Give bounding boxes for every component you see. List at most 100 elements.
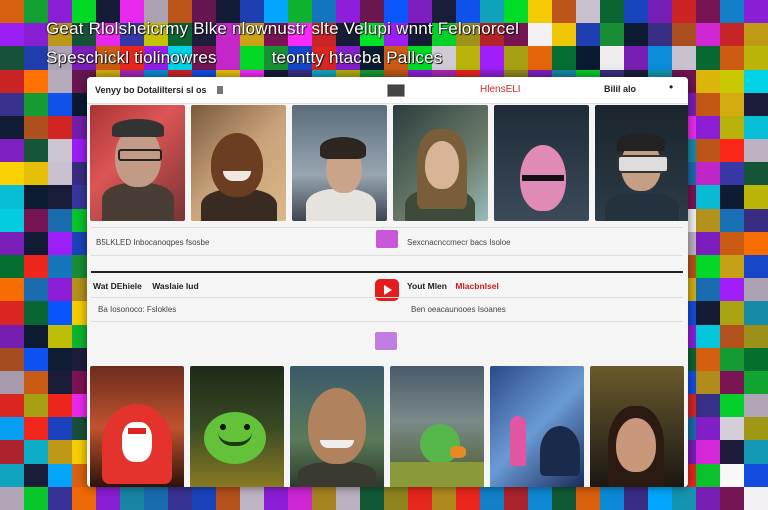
- mosaic-tile: [48, 115, 72, 140]
- mosaic-tile: [24, 69, 48, 93]
- mosaic-tile: [720, 115, 744, 140]
- mosaic-tile: [0, 301, 24, 325]
- mosaic-tile: [24, 231, 48, 255]
- mosaic-tile: [720, 139, 744, 163]
- mosaic-tile: [0, 92, 24, 116]
- mosaic-tile: [24, 440, 48, 464]
- mosaic-tile: [0, 185, 24, 209]
- mosaic-tile: [744, 23, 768, 47]
- toolbar-title-text: Venyy bo Dotaliltersi sl os: [95, 85, 207, 95]
- mosaic-tile: [600, 486, 624, 510]
- mosaic-tile: [48, 185, 72, 209]
- mosaic-tile: [0, 69, 24, 93]
- mosaic-tile: [744, 115, 768, 140]
- mosaic-tile: [48, 278, 72, 302]
- mosaic-tile: [696, 347, 720, 371]
- overlay-caption-line2b: teontty htacba Pallces: [271, 48, 443, 67]
- divider: [91, 227, 683, 228]
- mosaic-tile: [720, 347, 744, 371]
- mosaic-tile: [0, 46, 24, 70]
- mosaic-tile: [0, 115, 24, 140]
- toolbar-right-label[interactable]: Bilil alo: [604, 84, 636, 94]
- mosaic-tile: [48, 231, 72, 255]
- mosaic-tile: [48, 301, 72, 325]
- mosaic-tile: [720, 69, 744, 93]
- mosaic-tile: [408, 486, 432, 510]
- mosaic-tile: [696, 92, 720, 116]
- mosaic-tile: [48, 417, 72, 441]
- mosaic-tile: [48, 139, 72, 163]
- mosaic-tile: [96, 486, 120, 510]
- browser-window: Venyy bo Dotaliltersi sl os HlensELI Bil…: [87, 77, 688, 487]
- mosaic-tile: [48, 254, 72, 279]
- mosaic-tile: [48, 370, 72, 395]
- mosaic-tile: [0, 208, 24, 232]
- mosaic-tile: [696, 254, 720, 279]
- thumbnail-woman-street[interactable]: [292, 105, 387, 221]
- mosaic-tile: [720, 254, 744, 279]
- mosaic-tile: [744, 394, 768, 418]
- purple-chip-button[interactable]: [376, 230, 398, 248]
- thumbnail-man-glasses[interactable]: [90, 105, 185, 221]
- mosaic-tile: [744, 208, 768, 232]
- mosaic-tile: [720, 92, 744, 116]
- mosaic-tile: [0, 254, 24, 279]
- mosaic-tile: [24, 162, 48, 186]
- section2-title-left[interactable]: Wat DEhiele Waslaie Iud: [93, 281, 199, 291]
- mosaic-tile: [744, 0, 768, 24]
- mosaic-tile: [24, 486, 48, 510]
- thumbnail-green-blob[interactable]: [190, 366, 284, 487]
- mosaic-tile: [0, 0, 24, 24]
- thumbnail-woman-portrait[interactable]: [590, 366, 684, 487]
- mosaic-tile: [744, 162, 768, 186]
- toolbar-title[interactable]: Venyy bo Dotaliltersi sl os: [95, 85, 224, 95]
- thumbnail-pink-figure[interactable]: [494, 105, 589, 221]
- mosaic-tile: [24, 463, 48, 487]
- thumbnail-smiling-man[interactable]: [191, 105, 286, 221]
- thumbnail-vr-person[interactable]: [595, 105, 688, 221]
- mosaic-tile: [24, 92, 48, 116]
- mosaic-tile: [696, 301, 720, 325]
- thumbnail-man-smiling-outdoor[interactable]: [290, 366, 384, 487]
- overlay-caption-line2a: Speschickl tiolinowres: [46, 48, 217, 67]
- mosaic-tile: [48, 394, 72, 418]
- thumbnail-green-toy-street[interactable]: [390, 366, 484, 487]
- thumbnail-row-1: [90, 105, 688, 221]
- mosaic-tile: [24, 46, 48, 70]
- mosaic-tile: [0, 162, 24, 186]
- mosaic-tile: [672, 486, 696, 510]
- more-icon[interactable]: •: [669, 80, 673, 94]
- mosaic-tile: [720, 486, 744, 510]
- mosaic-tile: [0, 347, 24, 371]
- mosaic-tile: [48, 486, 72, 510]
- mosaic-tile: [696, 208, 720, 232]
- image-icon[interactable]: [387, 84, 405, 97]
- mosaic-tile: [24, 208, 48, 232]
- mosaic-tile: [0, 417, 24, 441]
- thumbnail-red-mascot[interactable]: [90, 366, 184, 487]
- mosaic-tile: [336, 486, 360, 510]
- thumbnail-blue-scene[interactable]: [490, 366, 584, 487]
- mosaic-tile: [696, 69, 720, 93]
- overlay-caption-line1: Geat Rlolsheicrmy Blke nlownustr slte Ve…: [46, 19, 520, 38]
- mosaic-tile: [384, 486, 408, 510]
- mosaic-tile: [0, 394, 24, 418]
- mosaic-tile: [480, 486, 504, 510]
- mosaic-tile: [696, 231, 720, 255]
- thumbnail-young-woman[interactable]: [393, 105, 488, 221]
- mosaic-tile: [48, 92, 72, 116]
- mosaic-tile: [696, 185, 720, 209]
- mosaic-tile: [720, 162, 744, 186]
- mosaic-tile: [744, 185, 768, 209]
- mosaic-tile: [432, 486, 456, 510]
- mosaic-tile: [552, 486, 576, 510]
- mosaic-tile: [720, 417, 744, 441]
- row1-meta-right: Sexcnacnccmecr bacs Isoloe: [407, 238, 511, 247]
- mosaic-tile: [0, 486, 24, 510]
- purple-chip-button[interactable]: [375, 332, 397, 350]
- toolbar-red-link[interactable]: HlensELI: [480, 84, 521, 95]
- mosaic-tile: [720, 370, 744, 395]
- section2-title-right[interactable]: Yout Mlen Mlacbnlsel: [407, 281, 499, 291]
- mosaic-tile: [696, 278, 720, 302]
- mosaic-tile: [0, 440, 24, 464]
